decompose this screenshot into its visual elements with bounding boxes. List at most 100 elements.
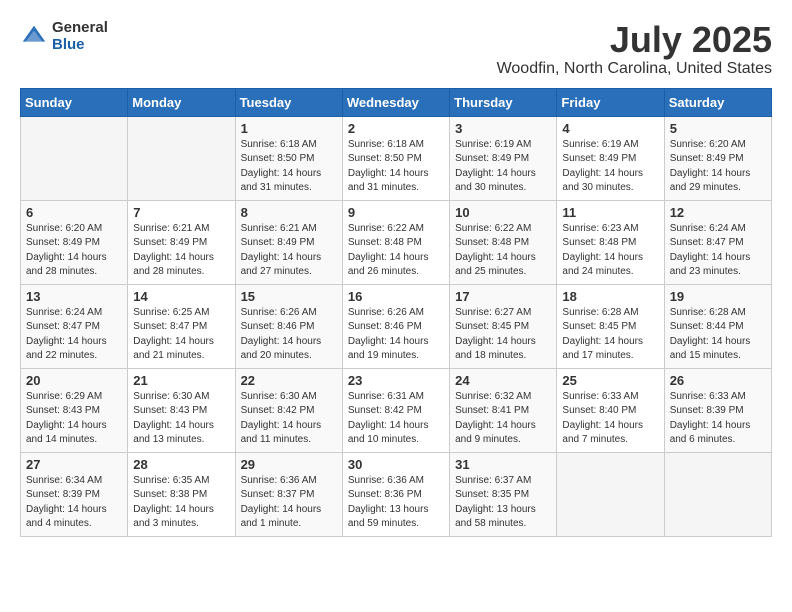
day-info: Sunrise: 6:18 AM Sunset: 8:50 PM Dayligh… bbox=[241, 138, 337, 196]
logo-blue: Blue bbox=[52, 37, 108, 54]
calendar-cell: 26 Sunrise: 6:33 AM Sunset: 8:39 PM Dayli… bbox=[664, 368, 771, 452]
calendar-cell: 19 Sunrise: 6:28 AM Sunset: 8:44 PM Dayli… bbox=[664, 284, 771, 368]
day-info: Sunrise: 6:29 AM Sunset: 8:43 PM Dayligh… bbox=[26, 390, 122, 448]
calendar-cell: 17 Sunrise: 6:27 AM Sunset: 8:45 PM Dayli… bbox=[450, 284, 557, 368]
day-number: 29 bbox=[241, 457, 337, 472]
day-info: Sunrise: 6:24 AM Sunset: 8:47 PM Dayligh… bbox=[670, 222, 766, 280]
logo: General Blue bbox=[20, 20, 108, 53]
calendar-cell: 9 Sunrise: 6:22 AM Sunset: 8:48 PM Daylig… bbox=[342, 200, 449, 284]
calendar-cell: 20 Sunrise: 6:29 AM Sunset: 8:43 PM Dayli… bbox=[21, 368, 128, 452]
day-number: 20 bbox=[26, 373, 122, 388]
calendar-cell: 5 Sunrise: 6:20 AM Sunset: 8:49 PM Daylig… bbox=[664, 116, 771, 200]
day-info: Sunrise: 6:24 AM Sunset: 8:47 PM Dayligh… bbox=[26, 306, 122, 364]
location-title: Woodfin, North Carolina, United States bbox=[497, 60, 772, 78]
day-number: 25 bbox=[562, 373, 658, 388]
day-number: 12 bbox=[670, 205, 766, 220]
logo-text: General Blue bbox=[52, 20, 108, 53]
day-number: 5 bbox=[670, 121, 766, 136]
day-number: 17 bbox=[455, 289, 551, 304]
calendar-cell: 13Sunrise: 6:24 AM Sunset: 8:47 PM Dayli… bbox=[21, 284, 128, 368]
calendar-header-monday: Monday bbox=[128, 88, 235, 116]
calendar-cell: 8 Sunrise: 6:21 AM Sunset: 8:49 PM Daylig… bbox=[235, 200, 342, 284]
calendar-week-row: 1 Sunrise: 6:18 AM Sunset: 8:50 PM Daylig… bbox=[21, 116, 772, 200]
day-number: 7 bbox=[133, 205, 229, 220]
day-number: 11 bbox=[562, 205, 658, 220]
calendar-cell: 4 Sunrise: 6:19 AM Sunset: 8:49 PM Daylig… bbox=[557, 116, 664, 200]
day-number: 15 bbox=[241, 289, 337, 304]
day-number: 23 bbox=[348, 373, 444, 388]
day-info: Sunrise: 6:21 AM Sunset: 8:49 PM Dayligh… bbox=[241, 222, 337, 280]
day-info: Sunrise: 6:19 AM Sunset: 8:49 PM Dayligh… bbox=[562, 138, 658, 196]
day-number: 16 bbox=[348, 289, 444, 304]
day-number: 19 bbox=[670, 289, 766, 304]
day-info: Sunrise: 6:28 AM Sunset: 8:44 PM Dayligh… bbox=[670, 306, 766, 364]
calendar-cell: 3Sunrise: 6:19 AM Sunset: 8:49 PM Daylig… bbox=[450, 116, 557, 200]
calendar-cell: 18 Sunrise: 6:28 AM Sunset: 8:45 PM Dayli… bbox=[557, 284, 664, 368]
calendar-cell: 14Sunrise: 6:25 AM Sunset: 8:47 PM Dayli… bbox=[128, 284, 235, 368]
calendar-cell: 31 Sunrise: 6:37 AM Sunset: 8:35 PM Dayli… bbox=[450, 452, 557, 536]
calendar-table: SundayMondayTuesdayWednesdayThursdayFrid… bbox=[20, 88, 772, 537]
day-info: Sunrise: 6:37 AM Sunset: 8:35 PM Dayligh… bbox=[455, 474, 551, 532]
calendar-cell bbox=[21, 116, 128, 200]
day-info: Sunrise: 6:21 AM Sunset: 8:49 PM Dayligh… bbox=[133, 222, 229, 280]
calendar-cell: 30Sunrise: 6:36 AM Sunset: 8:36 PM Dayli… bbox=[342, 452, 449, 536]
calendar-week-row: 27 Sunrise: 6:34 AM Sunset: 8:39 PM Dayli… bbox=[21, 452, 772, 536]
calendar-cell bbox=[128, 116, 235, 200]
day-number: 10 bbox=[455, 205, 551, 220]
day-number: 1 bbox=[241, 121, 337, 136]
day-info: Sunrise: 6:27 AM Sunset: 8:45 PM Dayligh… bbox=[455, 306, 551, 364]
calendar-cell: 2Sunrise: 6:18 AM Sunset: 8:50 PM Daylig… bbox=[342, 116, 449, 200]
calendar-cell: 15 Sunrise: 6:26 AM Sunset: 8:46 PM Dayli… bbox=[235, 284, 342, 368]
day-info: Sunrise: 6:22 AM Sunset: 8:48 PM Dayligh… bbox=[348, 222, 444, 280]
calendar-cell: 29 Sunrise: 6:36 AM Sunset: 8:37 PM Dayli… bbox=[235, 452, 342, 536]
day-number: 9 bbox=[348, 205, 444, 220]
calendar-week-row: 13Sunrise: 6:24 AM Sunset: 8:47 PM Dayli… bbox=[21, 284, 772, 368]
day-number: 26 bbox=[670, 373, 766, 388]
calendar-week-row: 20 Sunrise: 6:29 AM Sunset: 8:43 PM Dayli… bbox=[21, 368, 772, 452]
month-title: July 2025 bbox=[497, 20, 772, 60]
calendar-cell: 10 Sunrise: 6:22 AM Sunset: 8:48 PM Dayli… bbox=[450, 200, 557, 284]
calendar-header-tuesday: Tuesday bbox=[235, 88, 342, 116]
day-info: Sunrise: 6:26 AM Sunset: 8:46 PM Dayligh… bbox=[241, 306, 337, 364]
day-number: 6 bbox=[26, 205, 122, 220]
calendar-cell: 28 Sunrise: 6:35 AM Sunset: 8:38 PM Dayli… bbox=[128, 452, 235, 536]
calendar-cell: 11 Sunrise: 6:23 AM Sunset: 8:48 PM Dayli… bbox=[557, 200, 664, 284]
calendar-cell: 6 Sunrise: 6:20 AM Sunset: 8:49 PM Daylig… bbox=[21, 200, 128, 284]
day-number: 30 bbox=[348, 457, 444, 472]
calendar-cell: 1 Sunrise: 6:18 AM Sunset: 8:50 PM Daylig… bbox=[235, 116, 342, 200]
day-info: Sunrise: 6:33 AM Sunset: 8:40 PM Dayligh… bbox=[562, 390, 658, 448]
day-info: Sunrise: 6:28 AM Sunset: 8:45 PM Dayligh… bbox=[562, 306, 658, 364]
day-info: Sunrise: 6:22 AM Sunset: 8:48 PM Dayligh… bbox=[455, 222, 551, 280]
calendar-header-row: SundayMondayTuesdayWednesdayThursdayFrid… bbox=[21, 88, 772, 116]
day-number: 4 bbox=[562, 121, 658, 136]
logo-general: General bbox=[52, 20, 108, 37]
calendar-cell bbox=[664, 452, 771, 536]
day-info: Sunrise: 6:20 AM Sunset: 8:49 PM Dayligh… bbox=[26, 222, 122, 280]
calendar-week-row: 6 Sunrise: 6:20 AM Sunset: 8:49 PM Daylig… bbox=[21, 200, 772, 284]
day-number: 18 bbox=[562, 289, 658, 304]
day-info: Sunrise: 6:18 AM Sunset: 8:50 PM Dayligh… bbox=[348, 138, 444, 196]
calendar-cell bbox=[557, 452, 664, 536]
day-info: Sunrise: 6:31 AM Sunset: 8:42 PM Dayligh… bbox=[348, 390, 444, 448]
day-number: 21 bbox=[133, 373, 229, 388]
day-info: Sunrise: 6:23 AM Sunset: 8:48 PM Dayligh… bbox=[562, 222, 658, 280]
day-info: Sunrise: 6:20 AM Sunset: 8:49 PM Dayligh… bbox=[670, 138, 766, 196]
day-info: Sunrise: 6:30 AM Sunset: 8:42 PM Dayligh… bbox=[241, 390, 337, 448]
day-info: Sunrise: 6:26 AM Sunset: 8:46 PM Dayligh… bbox=[348, 306, 444, 364]
calendar-header-wednesday: Wednesday bbox=[342, 88, 449, 116]
day-number: 8 bbox=[241, 205, 337, 220]
calendar-header-thursday: Thursday bbox=[450, 88, 557, 116]
day-number: 31 bbox=[455, 457, 551, 472]
calendar-cell: 21Sunrise: 6:30 AM Sunset: 8:43 PM Dayli… bbox=[128, 368, 235, 452]
day-info: Sunrise: 6:34 AM Sunset: 8:39 PM Dayligh… bbox=[26, 474, 122, 532]
day-number: 24 bbox=[455, 373, 551, 388]
calendar-cell: 25 Sunrise: 6:33 AM Sunset: 8:40 PM Dayli… bbox=[557, 368, 664, 452]
day-number: 28 bbox=[133, 457, 229, 472]
day-info: Sunrise: 6:35 AM Sunset: 8:38 PM Dayligh… bbox=[133, 474, 229, 532]
day-number: 27 bbox=[26, 457, 122, 472]
calendar-cell: 12 Sunrise: 6:24 AM Sunset: 8:47 PM Dayli… bbox=[664, 200, 771, 284]
day-info: Sunrise: 6:32 AM Sunset: 8:41 PM Dayligh… bbox=[455, 390, 551, 448]
day-info: Sunrise: 6:36 AM Sunset: 8:37 PM Dayligh… bbox=[241, 474, 337, 532]
day-info: Sunrise: 6:33 AM Sunset: 8:39 PM Dayligh… bbox=[670, 390, 766, 448]
day-number: 3 bbox=[455, 121, 551, 136]
